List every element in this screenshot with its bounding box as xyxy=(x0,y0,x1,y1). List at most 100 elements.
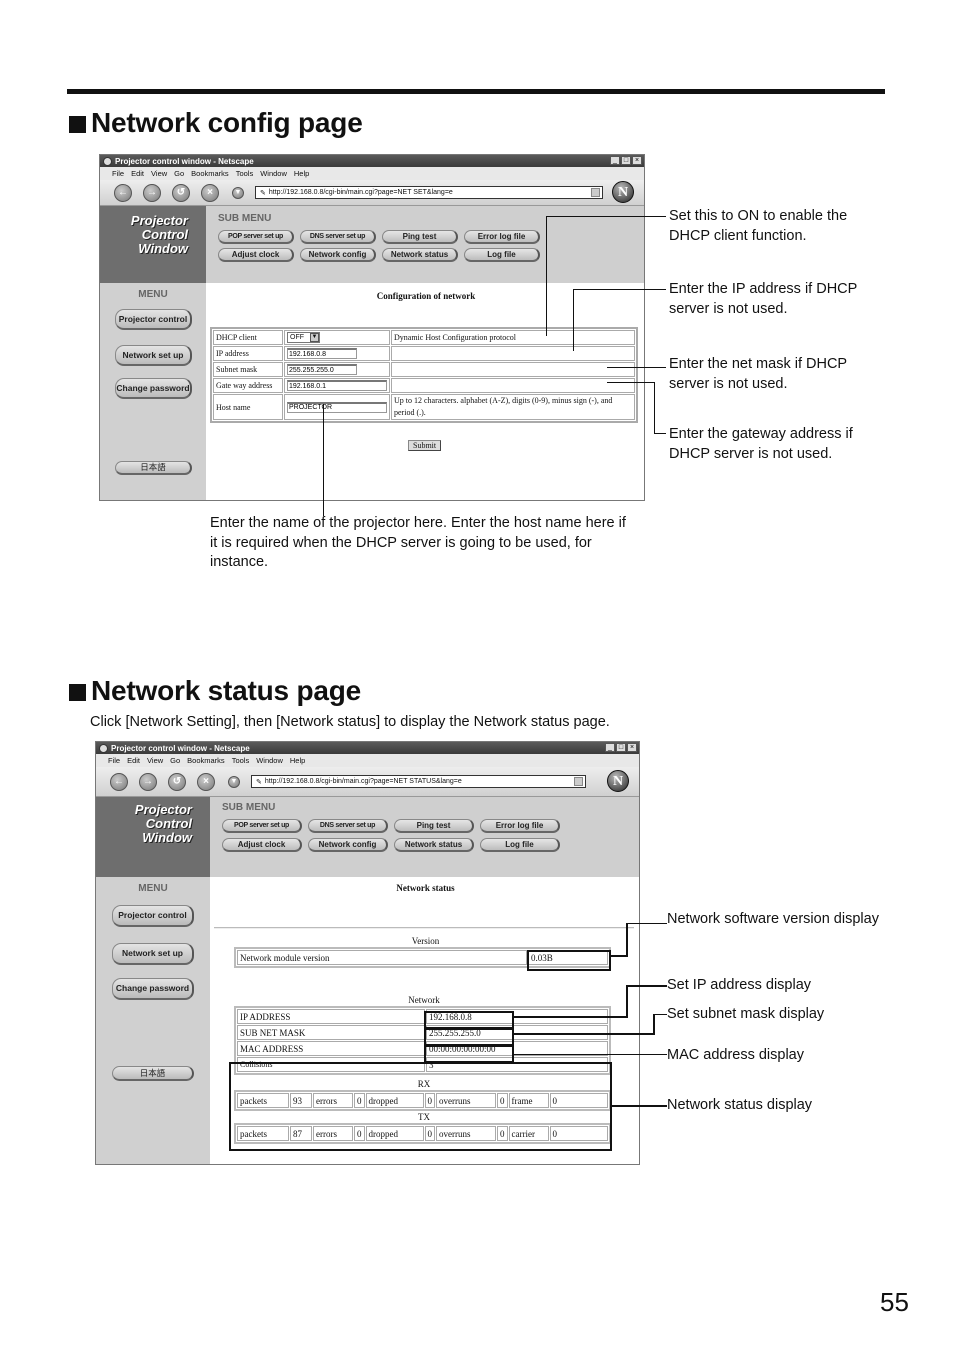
forward-icon[interactable]: → xyxy=(139,772,157,791)
host-name-input[interactable] xyxy=(287,401,387,413)
highlight-ip xyxy=(424,1011,514,1029)
menu-help[interactable]: Help xyxy=(290,756,305,765)
menu-go[interactable]: Go xyxy=(174,169,184,178)
leader-line xyxy=(323,404,324,516)
brand-line: Projector xyxy=(130,213,188,228)
reload-icon[interactable]: ↺ xyxy=(172,183,190,202)
subnet-mask-input[interactable] xyxy=(287,364,357,375)
submit-button[interactable]: Submit xyxy=(408,440,442,451)
table-row: Subnet mask xyxy=(213,362,635,377)
row-note: Dynamic Host Configuration protocol xyxy=(391,330,635,345)
section-title-text: Network status page xyxy=(91,675,362,706)
reload-icon[interactable]: ↺ xyxy=(168,772,186,791)
submenu-log-file[interactable]: Log file xyxy=(480,838,560,852)
submenu-error-log[interactable]: Error log file xyxy=(464,230,540,244)
browser-window-config: Projector control window - Netscape _ □ … xyxy=(99,154,645,501)
menu-edit[interactable]: Edit xyxy=(127,756,140,765)
menu-file[interactable]: File xyxy=(112,169,124,178)
menu-edit[interactable]: Edit xyxy=(131,169,144,178)
close-button[interactable]: × xyxy=(632,156,642,165)
menu-bookmarks[interactable]: Bookmarks xyxy=(191,169,229,178)
menu-tools[interactable]: Tools xyxy=(232,756,250,765)
forward-icon[interactable]: → xyxy=(143,183,161,202)
submenu-network-status[interactable]: Network status xyxy=(382,248,458,262)
dhcp-value: OFF xyxy=(290,334,304,341)
language-button[interactable]: 日本語 xyxy=(115,461,192,475)
submenu-network-config[interactable]: Network config xyxy=(308,838,388,852)
submenu-error-log[interactable]: Error log file xyxy=(480,819,560,833)
menu-file[interactable]: File xyxy=(108,756,120,765)
maximize-button[interactable]: □ xyxy=(621,156,631,165)
gateway-input[interactable] xyxy=(287,380,387,391)
highlight-mac xyxy=(424,1045,514,1063)
minimize-button[interactable]: _ xyxy=(605,743,615,752)
highlight-mask xyxy=(424,1028,514,1046)
nav-toolbar: ← → ↺ × ▼ ✎ http://192.168.0.8/cgi-bin/m… xyxy=(100,180,644,206)
submenu-ping-test[interactable]: Ping test xyxy=(382,230,458,244)
leader-line xyxy=(514,1016,627,1018)
section-title-text: Network config page xyxy=(91,107,363,138)
submenu-dns-server[interactable]: DNS server set up xyxy=(308,819,388,833)
menu-view[interactable]: View xyxy=(151,169,167,178)
brand-logo: Projector Control Window xyxy=(100,206,206,283)
menu-go[interactable]: Go xyxy=(170,756,180,765)
submenu-adjust-clock[interactable]: Adjust clock xyxy=(222,838,302,852)
chevron-down-icon[interactable]: ▼ xyxy=(310,333,319,342)
url-dropdown-icon[interactable] xyxy=(574,777,583,786)
back-icon[interactable]: ← xyxy=(110,772,128,791)
leader-line xyxy=(514,1054,667,1055)
row-label: MAC ADDRESS xyxy=(237,1041,425,1056)
row-label: Network module version xyxy=(237,950,527,965)
row-note: Up to 12 characters. alphabet (A-Z), dig… xyxy=(391,394,635,420)
left-menu: MENU Projector control Network set up Ch… xyxy=(96,877,210,1164)
page-number: 55 xyxy=(880,1287,909,1317)
url-bar[interactable]: ✎ http://192.168.0.8/cgi-bin/main.cgi?pa… xyxy=(251,775,586,788)
ip-address-input[interactable] xyxy=(287,348,357,359)
app-frame: Projector Control Window SUB MENU POP se… xyxy=(100,206,644,500)
language-button[interactable]: 日本語 xyxy=(112,1066,194,1081)
submenu-adjust-clock[interactable]: Adjust clock xyxy=(218,248,294,262)
leader-line xyxy=(626,985,628,1018)
minimize-button[interactable]: _ xyxy=(610,156,620,165)
submenu-pop-server[interactable]: POP server set up xyxy=(218,230,294,244)
menu-tools[interactable]: Tools xyxy=(236,169,254,178)
url-bar[interactable]: ✎ http://192.168.0.8/cgi-bin/main.cgi?pa… xyxy=(255,186,603,199)
submenu-log-file[interactable]: Log file xyxy=(464,248,540,262)
row-note xyxy=(391,346,635,361)
submenu-pop-server[interactable]: POP server set up xyxy=(222,819,302,833)
highlight-version xyxy=(527,950,611,971)
menu-projector-control[interactable]: Projector control xyxy=(115,309,192,330)
stop-icon[interactable]: × xyxy=(201,183,219,202)
menu-bookmarks[interactable]: Bookmarks xyxy=(187,756,225,765)
menu-view[interactable]: View xyxy=(147,756,163,765)
menu-network-setup[interactable]: Network set up xyxy=(112,943,194,965)
menu-window[interactable]: Window xyxy=(260,169,287,178)
netscape-logo-icon: N xyxy=(607,770,629,792)
highlight-status xyxy=(229,1062,612,1151)
go-icon[interactable]: ▼ xyxy=(228,775,240,788)
close-button[interactable]: × xyxy=(627,743,637,752)
menu-projector-control[interactable]: Projector control xyxy=(112,905,194,927)
dhcp-select[interactable]: OFF ▼ xyxy=(287,332,320,343)
submenu-network-status[interactable]: Network status xyxy=(394,838,474,852)
go-icon[interactable]: ▼ xyxy=(232,186,244,199)
menu-change-password[interactable]: Change password xyxy=(112,978,194,1000)
submenu-dns-server[interactable]: DNS server set up xyxy=(300,230,376,244)
brand-line: Window xyxy=(138,241,188,256)
table-row: DHCP client OFF ▼ Dynamic Host Configurat… xyxy=(213,330,635,345)
submenu-ping-test[interactable]: Ping test xyxy=(394,819,474,833)
submenu-network-config[interactable]: Network config xyxy=(300,248,376,262)
url-dropdown-icon[interactable] xyxy=(591,188,600,197)
leader-line xyxy=(612,1105,667,1107)
menu-change-password[interactable]: Change password xyxy=(115,378,192,399)
nav-toolbar: ← → ↺ × ▼ ✎ http://192.168.0.8/cgi-bin/m… xyxy=(96,767,639,797)
menu-network-setup[interactable]: Network set up xyxy=(115,345,192,366)
callout-ip: Enter the IP address if DHCP server is n… xyxy=(669,281,858,317)
maximize-button[interactable]: □ xyxy=(616,743,626,752)
back-icon[interactable]: ← xyxy=(114,183,132,202)
menu-help[interactable]: Help xyxy=(294,169,309,178)
window-title: Projector control window - Netscape xyxy=(115,156,254,166)
menu-window[interactable]: Window xyxy=(256,756,283,765)
leader-line xyxy=(546,216,547,336)
stop-icon[interactable]: × xyxy=(197,772,215,791)
